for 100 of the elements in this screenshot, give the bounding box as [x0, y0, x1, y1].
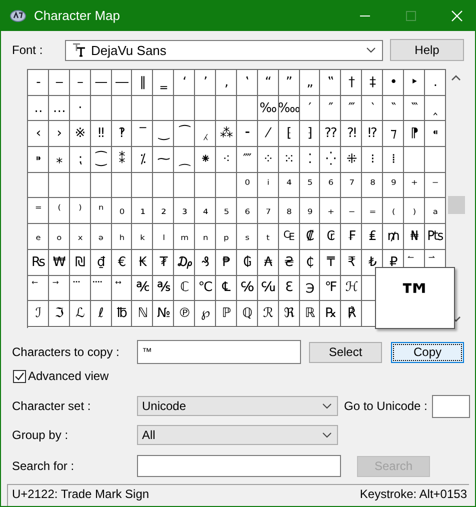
- character-cell[interactable]: ℗: [174, 301, 196, 327]
- character-cell[interactable]: ₹: [341, 250, 362, 276]
- character-cell[interactable]: •: [383, 70, 404, 96]
- character-cell[interactable]: ₫: [90, 250, 112, 276]
- character-cell[interactable]: ※: [70, 121, 91, 148]
- character-cell[interactable]: ₥: [383, 224, 404, 250]
- character-cell[interactable]: ‘: [174, 70, 196, 96]
- character-cell[interactable]: ₂: [153, 198, 174, 224]
- character-cell[interactable]: ⁕: [195, 147, 216, 173]
- empty-cell[interactable]: [132, 96, 154, 122]
- select-button[interactable]: Select: [309, 342, 382, 362]
- character-cell[interactable]: ₦: [404, 224, 425, 250]
- character-cell[interactable]: ℓ: [90, 301, 112, 327]
- character-cell[interactable]: ‶: [383, 96, 404, 122]
- character-cell[interactable]: ‛: [236, 70, 258, 96]
- character-cell[interactable]: ℇ: [278, 276, 300, 302]
- character-cell[interactable]: –: [70, 70, 91, 96]
- character-cell[interactable]: ⃗: [48, 276, 70, 302]
- character-cell[interactable]: ⁄: [258, 121, 279, 148]
- character-cell[interactable]: ₙ: [195, 224, 216, 250]
- character-cell[interactable]: ⁐: [90, 147, 112, 173]
- character-cell[interactable]: ⁃: [236, 121, 258, 148]
- empty-cell[interactable]: [424, 147, 446, 173]
- character-cell[interactable]: ⁶: [320, 172, 342, 198]
- character-cell[interactable]: ⁽: [48, 198, 70, 224]
- character-cell[interactable]: ⁛: [320, 147, 342, 173]
- character-cell[interactable]: ‡: [362, 70, 384, 96]
- character-cell[interactable]: ″: [320, 96, 342, 122]
- character-cell[interactable]: ₢: [320, 224, 342, 250]
- empty-cell[interactable]: [174, 172, 196, 198]
- character-cell[interactable]: ℕ: [132, 301, 154, 327]
- character-cell[interactable]: ⁏: [70, 147, 91, 173]
- character-cell[interactable]: ℒ: [70, 301, 91, 327]
- character-cell[interactable]: ‐: [28, 70, 49, 96]
- character-cell[interactable]: ₕ: [112, 224, 132, 250]
- character-cell[interactable]: ⁇: [320, 121, 342, 148]
- empty-cell[interactable]: [112, 172, 132, 198]
- character-cell[interactable]: ₰: [195, 250, 216, 276]
- character-cell[interactable]: ⁹: [383, 172, 404, 198]
- empty-cell[interactable]: [195, 172, 216, 198]
- character-cell[interactable]: ⁉: [362, 121, 384, 148]
- empty-cell[interactable]: [216, 172, 237, 198]
- character-cell[interactable]: ⁻: [424, 172, 446, 198]
- character-cell[interactable]: ℃: [195, 276, 216, 302]
- character-cell[interactable]: ⁗: [236, 147, 258, 173]
- empty-cell[interactable]: [153, 96, 174, 122]
- character-cell[interactable]: ⃖: [28, 276, 49, 302]
- character-cell[interactable]: ℑ: [48, 301, 70, 327]
- character-cell[interactable]: ⁸: [362, 172, 384, 198]
- character-cell[interactable]: ₃: [174, 198, 196, 224]
- scroll-up-icon[interactable]: [451, 75, 462, 81]
- character-cell[interactable]: ⁵: [300, 172, 320, 198]
- character-cell[interactable]: ‱: [278, 96, 300, 122]
- character-cell[interactable]: ⁙: [278, 147, 300, 173]
- character-cell[interactable]: ‸: [424, 96, 446, 122]
- character-cell[interactable]: ₔ: [90, 224, 112, 250]
- character-cell[interactable]: ⃛: [70, 276, 91, 302]
- character-cell[interactable]: ⁜: [341, 147, 362, 173]
- character-cell[interactable]: ℂ: [174, 276, 196, 302]
- character-cell[interactable]: ₍: [383, 198, 404, 224]
- character-cell[interactable]: ₒ: [48, 224, 70, 250]
- character-cell[interactable]: ₐ: [424, 198, 446, 224]
- character-cell[interactable]: ⁰: [236, 172, 258, 198]
- character-cell[interactable]: ‴: [341, 96, 362, 122]
- character-cell[interactable]: ℛ: [258, 301, 279, 327]
- character-cell[interactable]: ‚: [216, 70, 237, 96]
- character-cell[interactable]: ₎: [404, 198, 425, 224]
- character-cell[interactable]: ․: [424, 70, 446, 96]
- character-cell[interactable]: ⁴: [278, 172, 300, 198]
- character-cell[interactable]: ₳: [258, 250, 279, 276]
- character-cell[interactable]: ‰: [258, 96, 279, 122]
- character-cell[interactable]: ⁑: [112, 147, 132, 173]
- character-cell[interactable]: ₵: [300, 250, 320, 276]
- character-cell[interactable]: ₋: [341, 198, 362, 224]
- character-cell[interactable]: ₀: [112, 198, 132, 224]
- character-cell[interactable]: ℐ: [28, 301, 49, 327]
- character-cell[interactable]: ℚ: [236, 301, 258, 327]
- character-cell[interactable]: ⁈: [341, 121, 362, 148]
- empty-cell[interactable]: [48, 172, 70, 198]
- character-cell[interactable]: ‣: [404, 70, 425, 96]
- character-cell[interactable]: ⃡: [112, 276, 132, 302]
- character-cell[interactable]: €: [112, 250, 132, 276]
- character-cell[interactable]: ₘ: [174, 224, 196, 250]
- empty-cell[interactable]: [90, 96, 112, 122]
- character-cell[interactable]: ₯: [174, 250, 196, 276]
- character-cell[interactable]: ‷: [404, 96, 425, 122]
- character-cell[interactable]: ⁎: [48, 147, 70, 173]
- character-cell[interactable]: …: [48, 96, 70, 122]
- character-cell[interactable]: ₛ: [236, 224, 258, 250]
- character-cell[interactable]: ⁷: [341, 172, 362, 198]
- character-cell[interactable]: ‹: [28, 121, 49, 148]
- empty-cell[interactable]: [174, 96, 196, 122]
- character-cell[interactable]: ⁚: [300, 147, 320, 173]
- character-cell[interactable]: ℔: [112, 301, 132, 327]
- character-cell[interactable]: ’: [195, 70, 216, 96]
- character-cell[interactable]: †: [341, 70, 362, 96]
- character-cell[interactable]: ‟: [320, 70, 342, 96]
- character-cell[interactable]: ⁂: [216, 121, 237, 148]
- character-cell[interactable]: №: [153, 301, 174, 327]
- character-cell[interactable]: ‒: [48, 70, 70, 96]
